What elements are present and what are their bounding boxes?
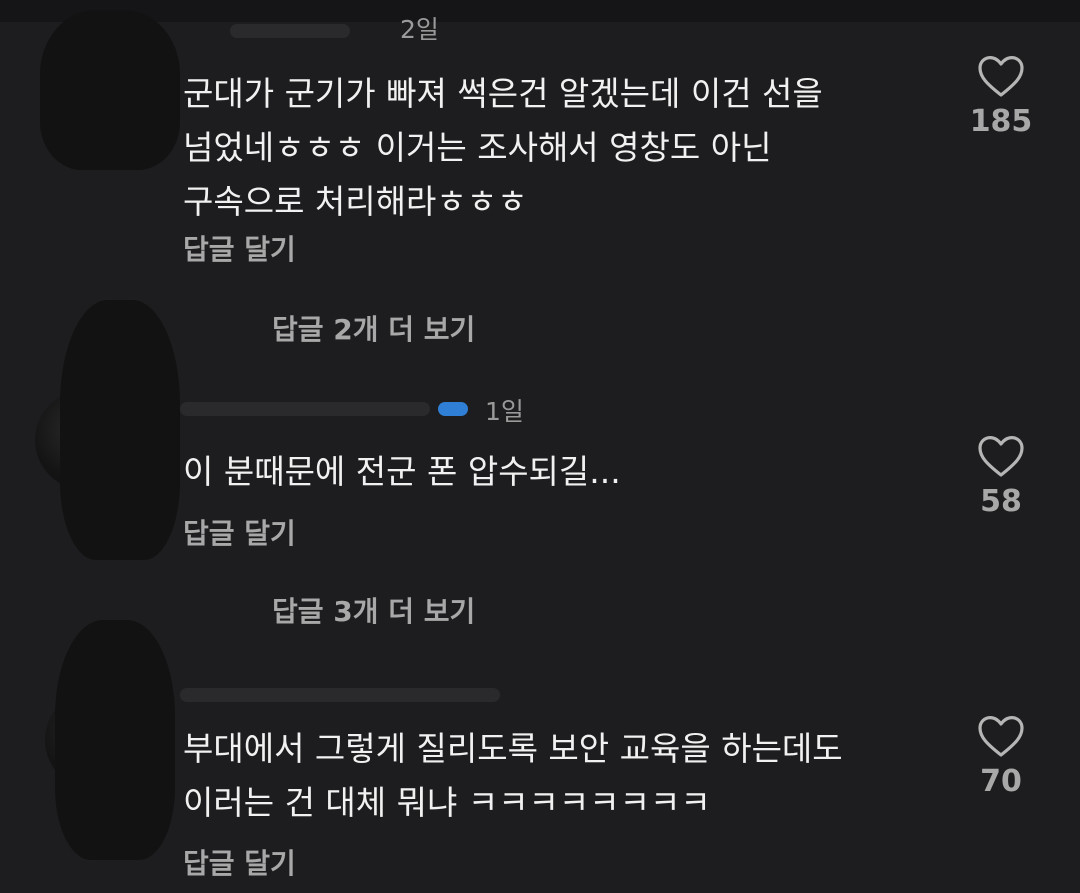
username-redacted [180, 402, 430, 416]
comment-text: 부대에서 그렇게 질리도록 보안 교육을 하는데도 이러는 건 대체 뭐냐 ㅋㅋ… [183, 729, 843, 822]
like-column: 185 [960, 54, 1042, 139]
top-edge [0, 0, 1080, 22]
username-redacted [180, 688, 500, 702]
comment-text: 이 분때문에 전군 폰 압수되길... [183, 452, 621, 491]
reply-button[interactable]: 답글 달기 [183, 228, 296, 268]
avatar-shadow [55, 620, 175, 860]
avatar[interactable] [40, 10, 180, 170]
heart-icon[interactable] [977, 54, 1025, 98]
comment-text: 군대가 군기가 빠져 썩은건 알겠는데 이건 선을 넘었네ㅎㅎㅎ 이거는 조사해… [183, 74, 823, 221]
username-redacted [230, 24, 350, 38]
avatar-shadow [60, 300, 180, 560]
like-count: 58 [980, 484, 1022, 519]
heart-icon[interactable] [977, 434, 1025, 478]
like-count: 185 [969, 104, 1033, 139]
comment-time: 2일 [400, 15, 439, 44]
like-column: 58 [960, 434, 1042, 519]
heart-icon[interactable] [977, 714, 1025, 758]
comments-screen: 2일 군대가 군기가 빠져 썩은건 알겠는데 이건 선을 넘었네ㅎㅎㅎ 이거는 … [0, 0, 1080, 893]
reply-button[interactable]: 답글 달기 [183, 842, 296, 882]
view-more-replies-button[interactable]: 답글 3개 더 보기 [272, 590, 475, 630]
verified-mark [438, 402, 468, 416]
view-more-replies-button[interactable]: 답글 2개 더 보기 [272, 308, 475, 348]
reply-button[interactable]: 답글 달기 [183, 512, 296, 552]
like-count: 70 [980, 764, 1022, 799]
like-column: 70 [960, 714, 1042, 799]
comment-time: 1일 [485, 397, 524, 426]
